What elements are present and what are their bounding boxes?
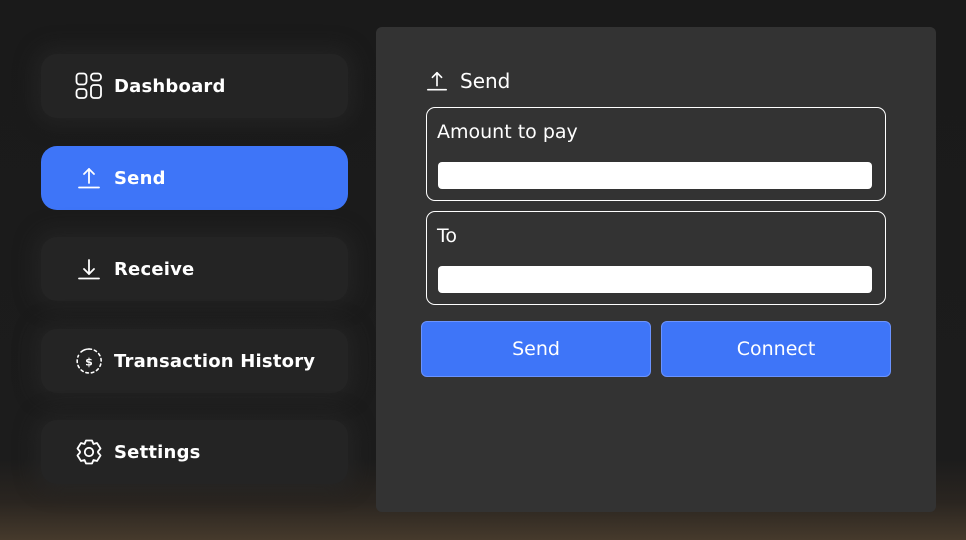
- upload-arrow-icon: [426, 69, 448, 93]
- upload-arrow-icon: [75, 164, 103, 192]
- svg-text:$: $: [85, 356, 93, 369]
- recipient-input[interactable]: [438, 266, 872, 293]
- dollar-history-icon: $: [75, 347, 103, 375]
- send-button[interactable]: Send: [421, 321, 651, 377]
- amount-input[interactable]: [438, 162, 872, 189]
- dashboard-grid-icon: [75, 72, 103, 100]
- panel-title: Send: [460, 69, 511, 93]
- recipient-label: To: [437, 225, 458, 247]
- amount-field-group: Amount to pay: [426, 107, 886, 201]
- recipient-field-group: To: [426, 211, 886, 305]
- send-panel: Send Amount to pay To Send Connect: [376, 27, 936, 512]
- gear-icon: [75, 438, 103, 466]
- amount-label: Amount to pay: [437, 121, 578, 143]
- sidebar-item-receive[interactable]: Receive: [41, 237, 348, 301]
- sidebar-item-settings[interactable]: Settings: [41, 420, 348, 484]
- sidebar-item-label: Receive: [114, 258, 195, 280]
- sidebar-item-label: Transaction History: [114, 350, 316, 372]
- sidebar-item-transaction-history[interactable]: $ Transaction History: [41, 329, 348, 393]
- panel-header: Send: [426, 69, 510, 93]
- sidebar-item-label: Dashboard: [114, 75, 226, 97]
- sidebar-item-send[interactable]: Send: [41, 146, 348, 210]
- sidebar-item-dashboard[interactable]: Dashboard: [41, 54, 348, 118]
- connect-button[interactable]: Connect: [661, 321, 891, 377]
- sidebar-item-label: Settings: [114, 441, 201, 463]
- download-arrow-icon: [75, 255, 103, 283]
- sidebar-item-label: Send: [114, 167, 166, 189]
- app-window: Dashboard Send Receive $ Transaction His…: [0, 0, 966, 540]
